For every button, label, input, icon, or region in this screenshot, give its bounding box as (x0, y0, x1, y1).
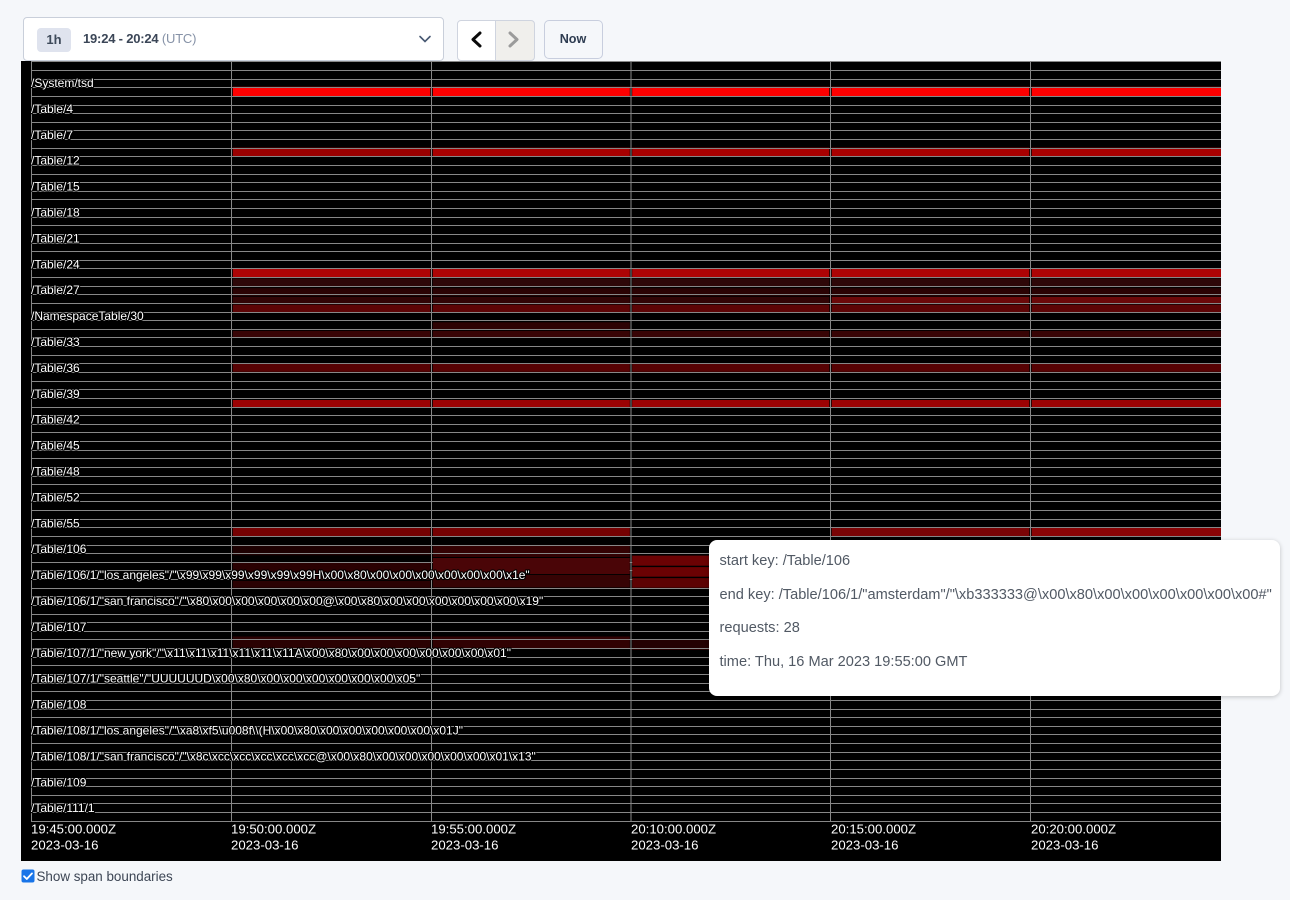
svg-text:19:50:00.000Z: 19:50:00.000Z (231, 822, 316, 837)
svg-text:/Table/107: /Table/107 (31, 620, 87, 634)
svg-text:/NamespaceTable/30: /NamespaceTable/30 (31, 309, 144, 323)
svg-text:/Table/48: /Table/48 (31, 465, 80, 479)
svg-text:/Table/106/1/"san francisco"/": /Table/106/1/"san francisco"/"\x80\x00\x… (31, 594, 543, 608)
svg-text:20:15:00.000Z: 20:15:00.000Z (831, 822, 916, 837)
svg-text:/Table/106: /Table/106 (31, 542, 87, 556)
svg-text:/Table/33: /Table/33 (31, 335, 80, 349)
svg-text:/Table/106/1/"los angeles"/"\x: /Table/106/1/"los angeles"/"\x99\x99\x99… (31, 568, 530, 582)
svg-text:/Table/42: /Table/42 (31, 413, 80, 427)
svg-text:/Table/18: /Table/18 (31, 206, 80, 220)
svg-text:2023-03-16: 2023-03-16 (831, 838, 898, 853)
svg-text:/Table/107/1/"new york"/"\x11\: /Table/107/1/"new york"/"\x11\x11\x11\x1… (31, 646, 511, 660)
svg-text:2023-03-16: 2023-03-16 (231, 838, 298, 853)
svg-text:2023-03-16: 2023-03-16 (431, 838, 498, 853)
svg-text:/Table/45: /Table/45 (31, 439, 80, 453)
svg-text:2023-03-16: 2023-03-16 (1031, 838, 1098, 853)
svg-text:19:45:00.000Z: 19:45:00.000Z (31, 822, 116, 837)
svg-text:/System/tsd: /System/tsd (31, 76, 94, 90)
svg-text:/Table/108: /Table/108 (31, 698, 87, 712)
svg-text:/Table/7: /Table/7 (31, 128, 73, 142)
svg-text:/Table/109: /Table/109 (31, 775, 87, 789)
svg-text:20:10:00.000Z: 20:10:00.000Z (631, 822, 716, 837)
svg-text:/Table/24: /Table/24 (31, 257, 80, 271)
svg-text:/Table/108/1/"san francisco"/": /Table/108/1/"san francisco"/"\x8c\xcc\x… (31, 749, 536, 763)
svg-text:/Table/39: /Table/39 (31, 387, 80, 401)
svg-text:/Table/4: /Table/4 (31, 102, 73, 116)
svg-text:/Table/52: /Table/52 (31, 490, 80, 504)
svg-text:2023-03-16: 2023-03-16 (31, 838, 98, 853)
svg-text:/Table/15: /Table/15 (31, 180, 80, 194)
svg-text:/Table/36: /Table/36 (31, 361, 80, 375)
svg-text:/Table/108/1/"los angeles"/"\x: /Table/108/1/"los angeles"/"\xa8\xf5\u00… (31, 724, 463, 738)
svg-text:20:20:00.000Z: 20:20:00.000Z (1031, 822, 1116, 837)
svg-text:2023-03-16: 2023-03-16 (631, 838, 698, 853)
svg-text:/Table/111/1: /Table/111/1 (31, 801, 95, 815)
svg-text:/Table/107/1/"seattle"/"UUUUUU: /Table/107/1/"seattle"/"UUUUUUD\x00\x80\… (31, 672, 420, 686)
svg-text:/Table/21: /Table/21 (31, 231, 80, 245)
svg-text:/Table/27: /Table/27 (31, 283, 80, 297)
svg-text:/Table/55: /Table/55 (31, 516, 80, 530)
svg-text:/Table/12: /Table/12 (31, 154, 80, 168)
svg-text:19:55:00.000Z: 19:55:00.000Z (431, 822, 516, 837)
